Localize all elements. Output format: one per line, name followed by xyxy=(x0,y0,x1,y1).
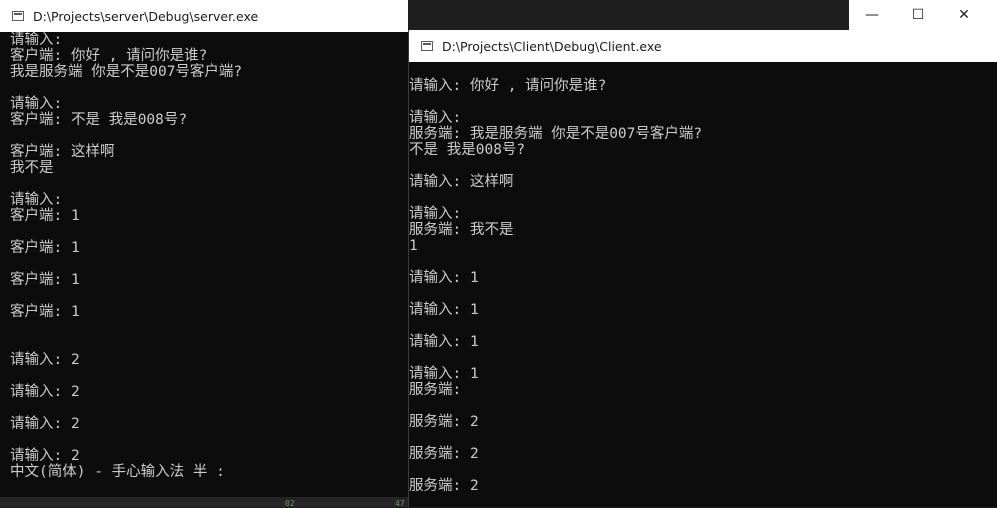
console-line: 服务端: 2 xyxy=(409,478,479,494)
console-line: 我不是 xyxy=(10,160,54,176)
minimize-button[interactable]: — xyxy=(849,0,895,30)
console-app-icon xyxy=(12,11,24,21)
console-line: 请输入: 1 xyxy=(409,366,479,382)
console-line: 客户端: 1 xyxy=(10,240,80,256)
console-line: 请输入: 1 xyxy=(409,334,479,350)
console-line: 客户端: 1 xyxy=(10,304,80,320)
console-line: 请输入: xyxy=(409,206,462,222)
close-button[interactable]: ✕ xyxy=(941,0,987,30)
console-line: 中文(简体) - 手心输入法 半 : xyxy=(10,464,225,480)
console-line: 请输入: 2 xyxy=(10,352,80,368)
server-console-window[interactable]: D:\Projects\server\Debug\server.exe 请输入:… xyxy=(0,0,408,497)
client-console-output[interactable]: 请输入: 你好 , 请问你是谁? 请输入: 服务端: 我是服务端 你是不是007号客… xyxy=(409,62,997,507)
server-window-controls: — ☐ ✕ xyxy=(849,0,997,30)
client-console-window[interactable]: D:\Projects\Client\Debug\Client.exe 请输入:… xyxy=(408,30,997,507)
console-line: 客户端: 1 xyxy=(10,272,80,288)
console-app-icon xyxy=(421,41,433,51)
console-line: 我是服务端 你是不是007号客户端? xyxy=(10,64,243,80)
console-line: 服务端: 2 xyxy=(409,414,479,430)
console-line: 服务端: 我是服务端 你是不是007号客户端? xyxy=(409,126,703,142)
console-line: 服务端: xyxy=(409,382,462,398)
console-line: 请输入: 2 xyxy=(10,416,80,432)
console-line: 请输入: 1 xyxy=(409,270,479,286)
console-line: 请输入: 2 xyxy=(10,448,80,464)
console-line: 请输入: xyxy=(409,110,462,126)
client-window-title: D:\Projects\Client\Debug\Client.exe xyxy=(442,38,662,54)
maximize-button[interactable]: ☐ xyxy=(895,0,941,30)
console-line: 请输入: xyxy=(10,96,63,112)
console-line: 客户端: 1 xyxy=(10,208,80,224)
console-line: 请输入: 2 xyxy=(10,384,80,400)
console-line: 服务端: 我不是 xyxy=(409,222,514,238)
console-line: 请输入: 1 xyxy=(409,302,479,318)
console-line: 客户端: 你好 , 请问你是谁? xyxy=(10,48,208,64)
console-line: 1 xyxy=(409,238,418,254)
console-line: 客户端: 这样啊 xyxy=(10,144,115,160)
client-titlebar[interactable]: D:\Projects\Client\Debug\Client.exe xyxy=(409,30,997,62)
console-line: 服务端: 2 xyxy=(409,446,479,462)
console-line: 请输入: xyxy=(10,192,63,208)
console-line: 请输入: xyxy=(10,32,63,48)
server-window-title: D:\Projects\server\Debug\server.exe xyxy=(33,8,259,24)
server-console-output[interactable]: 请输入: 客户端: 你好 , 请问你是谁? 我是服务端 你是不是007号客户端? 请输… xyxy=(10,32,408,497)
console-line: 请输入: 你好 , 请问你是谁? xyxy=(409,78,607,94)
server-titlebar[interactable]: D:\Projects\server\Debug\server.exe xyxy=(0,0,408,32)
console-line: 请输入: 这样啊 xyxy=(409,174,514,190)
console-line: 客户端: 不是 我是008号? xyxy=(10,112,188,128)
console-line: 不是 我是008号? xyxy=(409,142,526,158)
